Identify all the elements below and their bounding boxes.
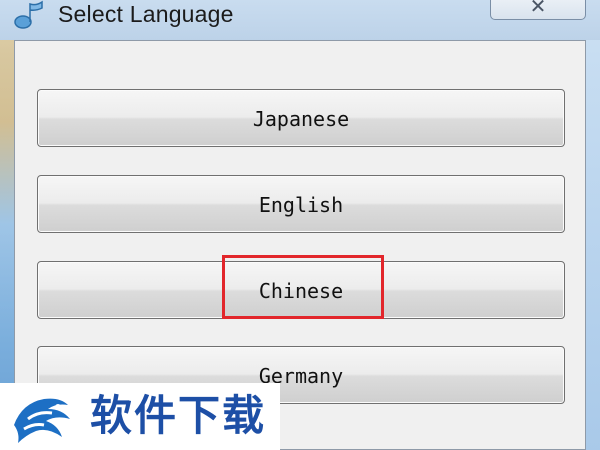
- chinese-button[interactable]: Chinese: [37, 261, 565, 319]
- music-note-icon: [14, 0, 43, 29]
- watermark: 软件下载: [0, 383, 280, 450]
- window-title: Select Language: [58, 1, 234, 27]
- title-bar[interactable]: Select Language ✕: [0, 0, 600, 40]
- dragon-logo-icon: [14, 398, 70, 443]
- select-language-window: Select Language ✕ Japanese English Chine…: [0, 0, 600, 450]
- window-frame-right: [586, 40, 600, 450]
- japanese-button-label: Japanese: [252, 107, 350, 131]
- close-icon: ✕: [529, 0, 547, 18]
- watermark-text: 软件下载: [90, 391, 267, 440]
- chinese-button-label: Chinese: [258, 279, 344, 303]
- english-button-label: English: [258, 193, 344, 217]
- close-button[interactable]: ✕: [490, 0, 586, 20]
- english-button[interactable]: English: [37, 175, 565, 233]
- japanese-button[interactable]: Japanese: [37, 89, 565, 147]
